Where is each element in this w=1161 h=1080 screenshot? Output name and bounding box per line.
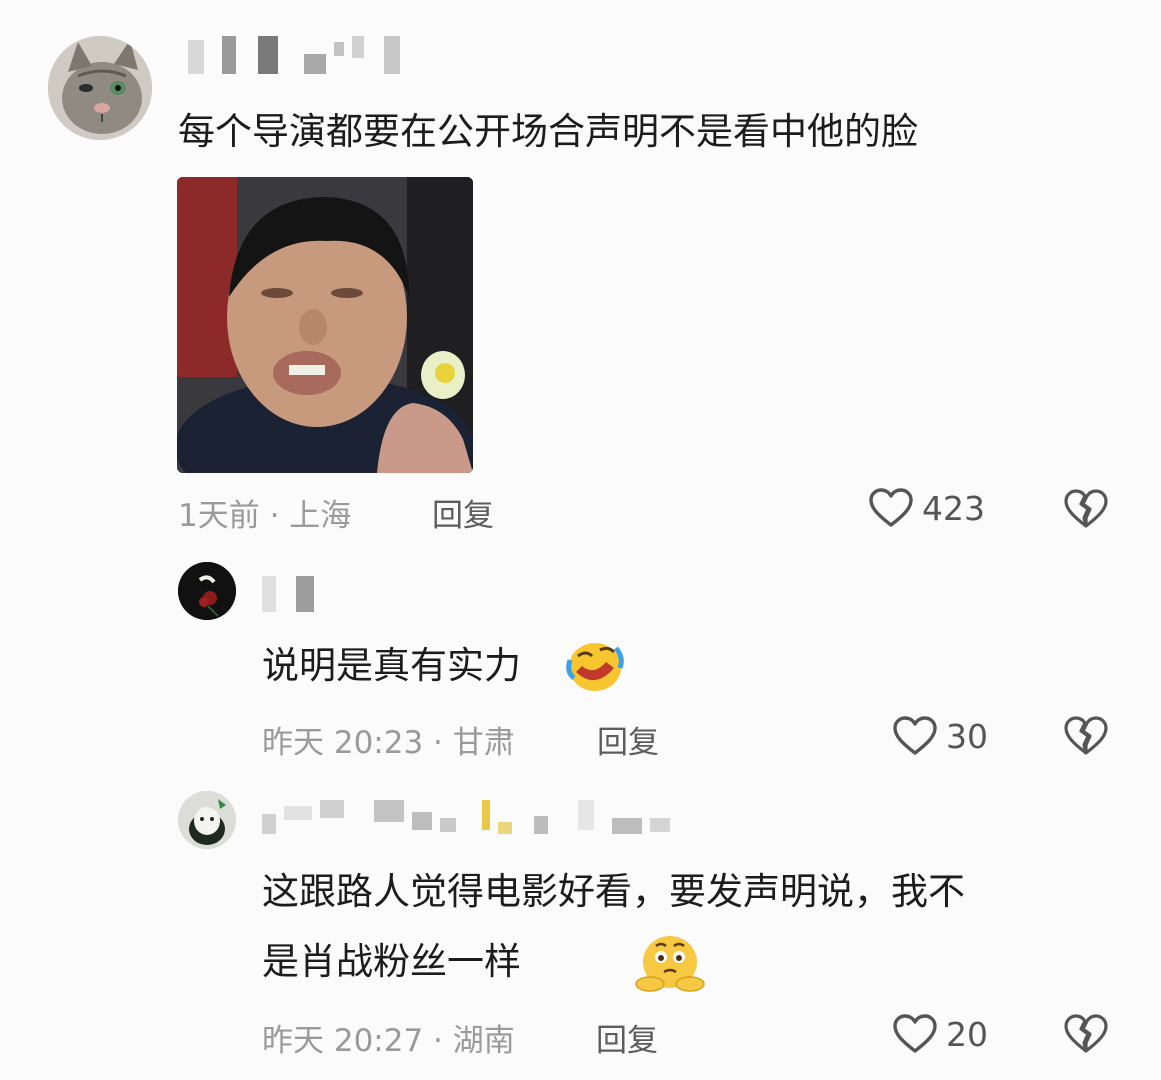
avatar[interactable] xyxy=(48,36,152,140)
like-button[interactable]: 20 xyxy=(892,1013,988,1055)
heart-outline-icon xyxy=(893,716,937,755)
comment-meta: 昨天 20:23 · 甘肃 xyxy=(262,717,515,762)
dislike-button[interactable] xyxy=(1063,488,1109,534)
comment-thread: 每个导演都要在公开场合声明不是看中他的脸 1天前 · 上海 回复 423 说明是… xyxy=(0,0,1161,1080)
comment-text-line-2: 是肖战粉丝一样 xyxy=(262,940,521,983)
comment-image[interactable] xyxy=(177,177,473,473)
comment-text: 每个导演都要在公开场合声明不是看中他的脸 xyxy=(178,110,918,153)
thinking-emoji xyxy=(634,932,706,996)
comment-meta: 1天前 · 上海 xyxy=(178,490,351,535)
avatar[interactable] xyxy=(178,791,236,849)
heart-outline-icon xyxy=(869,488,913,527)
username-redacted[interactable] xyxy=(188,36,408,74)
dislike-button[interactable] xyxy=(1063,715,1109,761)
comment-text-line-1: 这跟路人觉得电影好看，要发声明说，我不 xyxy=(262,870,965,913)
like-button[interactable]: 423 xyxy=(868,487,985,529)
reply-button[interactable]: 回复 xyxy=(596,1015,658,1060)
avatar[interactable] xyxy=(178,562,236,620)
comment-text: 说明是真有实力 xyxy=(262,644,521,687)
time-location: 1天前 · 上海 xyxy=(178,498,352,534)
reply-button[interactable]: 回复 xyxy=(597,717,659,762)
broken-heart-icon xyxy=(1064,1014,1108,1053)
username-redacted[interactable] xyxy=(262,800,678,834)
username-redacted[interactable] xyxy=(262,576,322,612)
reply-button[interactable]: 回复 xyxy=(432,490,494,535)
broken-heart-icon xyxy=(1064,489,1108,528)
time-location: 昨天 20:27 · 湖南 xyxy=(262,1023,515,1059)
like-count: 30 xyxy=(946,716,988,756)
time-location: 昨天 20:23 · 甘肃 xyxy=(262,725,515,761)
like-count: 20 xyxy=(946,1014,988,1054)
rolling-laugh-emoji xyxy=(566,638,624,698)
heart-outline-icon xyxy=(893,1014,937,1053)
like-button[interactable]: 30 xyxy=(892,715,988,757)
comment-meta: 昨天 20:27 · 湖南 xyxy=(262,1015,515,1060)
dislike-button[interactable] xyxy=(1063,1013,1109,1059)
like-count: 423 xyxy=(922,488,985,528)
broken-heart-icon xyxy=(1064,716,1108,755)
